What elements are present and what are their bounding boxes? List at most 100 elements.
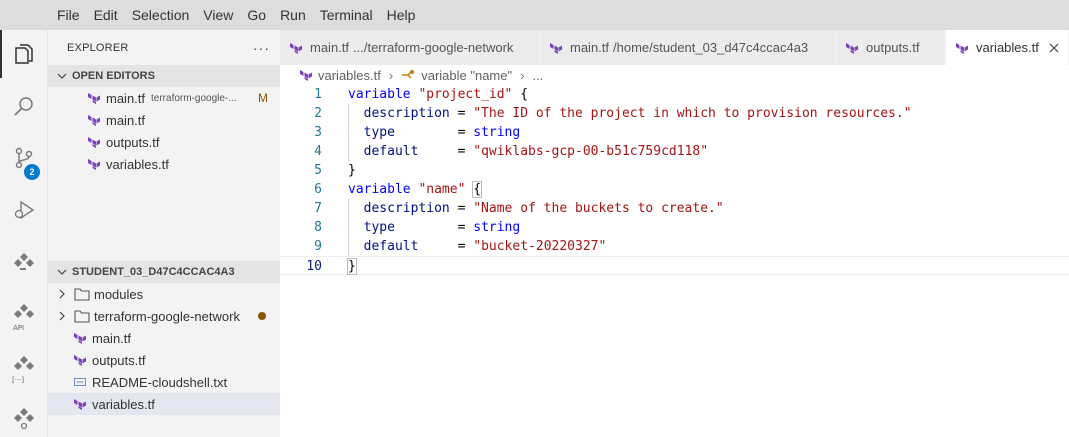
- close-tab-button[interactable]: [1049, 40, 1059, 56]
- code-line[interactable]: 2 description = "The ID of the project i…: [280, 104, 1069, 123]
- code-token: description: [348, 201, 450, 216]
- terraform-file-icon: [300, 69, 312, 81]
- cloud-gear-icon: [14, 408, 34, 430]
- code-token: default: [348, 144, 419, 159]
- terraform-file-icon: [846, 42, 858, 54]
- open-editor-item[interactable]: outputs.tf: [48, 131, 280, 153]
- line-number: 3: [314, 125, 322, 140]
- explorer-header: EXPLORER ···: [48, 30, 280, 65]
- breadcrumb-more[interactable]: ...: [532, 68, 543, 83]
- tree-item-folder[interactable]: modules: [48, 283, 280, 305]
- menu-run[interactable]: Run: [273, 0, 313, 30]
- code-text: description = "Name of the buckets to cr…: [348, 199, 724, 218]
- code-line[interactable]: 6 variable "name" {: [280, 180, 1069, 199]
- open-editor-description: terraform-google-...: [151, 92, 237, 104]
- activity-bar: 2 API [···]: [0, 30, 48, 437]
- code-text: type = string: [348, 123, 521, 142]
- code-token: {: [472, 181, 483, 198]
- menu-edit[interactable]: Edit: [87, 0, 125, 30]
- explorer-sidebar: EXPLORER ··· OPEN EDITORS main.tf terraf…: [48, 30, 280, 437]
- open-editor-item[interactable]: main.tf: [48, 109, 280, 131]
- code-token: type: [348, 125, 395, 140]
- tab-variables-tf[interactable]: variables.tf: [946, 30, 1069, 65]
- breadcrumb-file[interactable]: variables.tf: [318, 68, 381, 83]
- tab-label: outputs.tf: [866, 40, 920, 55]
- code-text: type = string: [348, 218, 521, 237]
- code-line[interactable]: 7 description = "Name of the buckets to …: [280, 199, 1069, 218]
- line-number: 1: [314, 87, 322, 102]
- code-line[interactable]: 4 default = "qwiklabs-gcp-00-b51c759cd11…: [280, 142, 1069, 161]
- code-token: description: [348, 106, 450, 121]
- code-token: "Name of the buckets to create.": [473, 201, 724, 216]
- symbol-variable-icon: [401, 69, 415, 81]
- open-editor-item[interactable]: main.tf terraform-google-... M: [48, 87, 280, 109]
- search-activity-button[interactable]: [0, 82, 48, 130]
- code-text: default = "qwiklabs-gcp-00-b51c759cd118": [348, 142, 708, 161]
- tab-label: main.tf: [310, 40, 350, 55]
- workspace-section-header[interactable]: STUDENT_03_D47C4CCAC4A3: [48, 261, 280, 283]
- menu-go[interactable]: Go: [240, 0, 273, 30]
- tree-item-file[interactable]: README-cloudshell.txt: [48, 371, 280, 393]
- cloud-code-icon: [14, 253, 34, 270]
- code-text: }: [347, 257, 357, 276]
- text-file-icon: [72, 377, 88, 387]
- menu-file[interactable]: File: [50, 0, 87, 30]
- tab-main-tf-home[interactable]: main.tf /home/student_03_d47c4ccac4a3: [540, 30, 836, 65]
- terraform-file-icon: [72, 398, 88, 410]
- tab-label: variables.tf: [976, 40, 1039, 55]
- menu-help[interactable]: Help: [380, 0, 423, 30]
- tree-item-file[interactable]: main.tf: [48, 327, 280, 349]
- open-editor-label: variables.tf: [106, 156, 169, 172]
- code-token: =: [394, 125, 474, 140]
- tab-label: main.tf: [570, 40, 610, 55]
- code-line[interactable]: 9 default = "bucket-20220327": [280, 237, 1069, 256]
- open-editors-section-header[interactable]: OPEN EDITORS: [48, 65, 280, 87]
- chevron-right-icon: [54, 289, 70, 299]
- run-debug-activity-button[interactable]: [0, 186, 48, 234]
- tree-item-folder[interactable]: terraform-google-network: [48, 305, 280, 327]
- code-token: "bucket-20220327": [473, 239, 607, 254]
- files-icon: [15, 44, 33, 64]
- tree-item-label: README-cloudshell.txt: [92, 374, 228, 390]
- cloud-code-activity-button[interactable]: [0, 238, 48, 286]
- source-control-badge: 2: [24, 164, 40, 180]
- terraform-file-icon: [86, 114, 102, 126]
- tab-outputs-tf[interactable]: outputs.tf: [836, 30, 946, 65]
- chevron-down-icon: [54, 71, 70, 81]
- code-token: =: [449, 201, 474, 216]
- menu-bar: File Edit Selection View Go Run Terminal…: [0, 0, 1069, 30]
- tab-main-tf-network[interactable]: main.tf .../terraform-google-network: [280, 30, 540, 65]
- code-line[interactable]: 10}: [280, 256, 1069, 275]
- open-editors-title: OPEN EDITORS: [72, 70, 155, 82]
- code-editor[interactable]: 1 variable "project_id" {2 description = …: [280, 85, 1069, 437]
- open-editor-label: outputs.tf: [106, 134, 160, 150]
- more-actions-button[interactable]: ···: [253, 40, 270, 56]
- code-line[interactable]: 3 type = string: [280, 123, 1069, 142]
- tree-item-label: variables.tf: [92, 396, 155, 412]
- tree-item-file[interactable]: outputs.tf: [48, 349, 280, 371]
- menu-view[interactable]: View: [196, 0, 240, 30]
- code-token: }: [347, 258, 357, 275]
- code-token: variable: [348, 182, 419, 197]
- tab-description: /home/student_03_d47c4ccac4a3: [613, 40, 809, 55]
- open-editor-item[interactable]: variables.tf: [48, 153, 280, 175]
- terraform-file-icon: [956, 42, 968, 54]
- source-control-activity-button[interactable]: 2: [0, 134, 48, 182]
- code-line[interactable]: 8 type = string: [280, 218, 1069, 237]
- folder-icon: [74, 287, 90, 301]
- tree-item-label: main.tf: [92, 330, 132, 346]
- api-activity-button[interactable]: API: [0, 290, 48, 338]
- code-line[interactable]: 1 variable "project_id" {: [280, 85, 1069, 104]
- menu-terminal[interactable]: Terminal: [313, 0, 380, 30]
- tree-item-file[interactable]: variables.tf: [48, 393, 280, 415]
- line-number: 9: [314, 239, 322, 254]
- explorer-activity-button[interactable]: [0, 30, 48, 78]
- menu-selection[interactable]: Selection: [125, 0, 197, 30]
- breadcrumb-symbol[interactable]: variable "name": [421, 68, 512, 83]
- cloud-settings-activity-button[interactable]: [0, 394, 48, 437]
- code-line[interactable]: 5}: [280, 161, 1069, 180]
- code-token: "name": [418, 182, 466, 197]
- secret-manager-activity-button[interactable]: [···]: [0, 342, 48, 390]
- chevron-right-icon: ›: [520, 67, 525, 83]
- terraform-file-icon: [86, 158, 102, 170]
